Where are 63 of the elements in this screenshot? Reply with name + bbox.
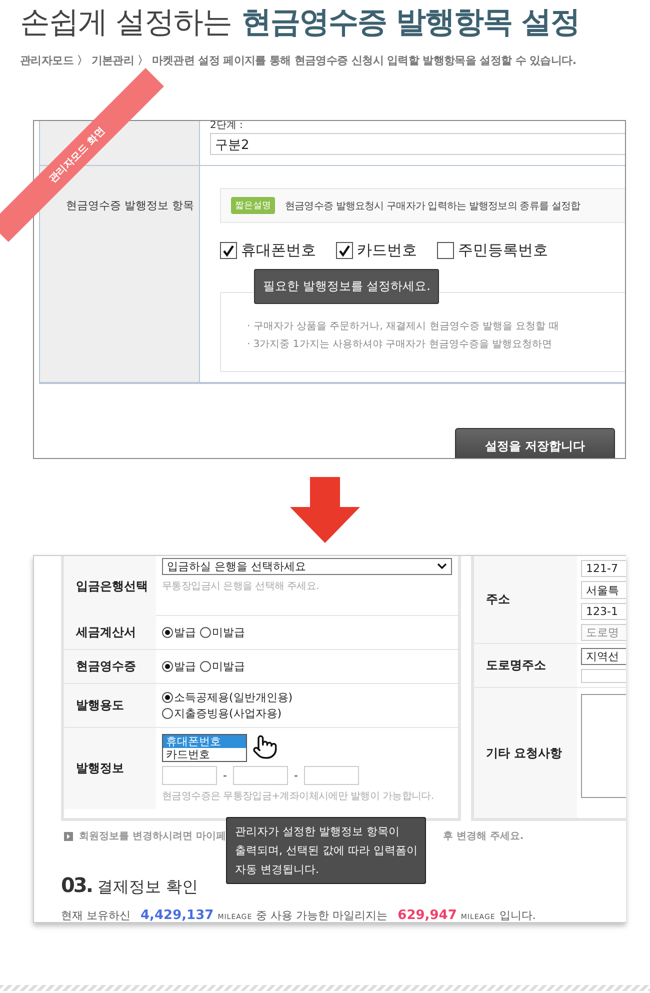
- pointer-hand-icon: [252, 734, 278, 760]
- checkbox[interactable]: [220, 242, 237, 259]
- checkbox-option[interactable]: 휴대폰번호: [220, 241, 316, 260]
- radio-option[interactable]: 발급: [162, 659, 196, 674]
- mileage-text: 입니다.: [499, 908, 536, 922]
- help-text: · 구매자가 상품을 주문하거나, 재결제시 현금영수증 발행을 요청할 때: [247, 320, 560, 333]
- notice-text: 회원정보를 변경하시려면 마이페: [79, 830, 226, 843]
- radio-option[interactable]: 소득공제용(일반개인용): [162, 690, 452, 705]
- arrow-square-icon: [64, 832, 73, 840]
- checkbox-option[interactable]: 카드번호: [336, 241, 417, 260]
- step-input[interactable]: 구분2: [210, 133, 625, 155]
- breadcrumb-text: 관리자모드 〉 기본관리 〉 마켓관련 설정 페이지를 통해 현금영수증 신청시 입력할 발행항목을 설정할 수 있습니다.: [20, 53, 578, 68]
- dash-text: -: [223, 769, 227, 782]
- form-label: 입금은행선택: [64, 556, 156, 617]
- section-title: 결제정보 확인: [96, 877, 198, 898]
- bank-select[interactable]: 입금하실 은행을 선택하세요: [162, 558, 452, 575]
- address-field[interactable]: 123-1: [581, 603, 626, 620]
- radio-option[interactable]: 발급: [162, 625, 196, 640]
- form-label: 발행용도: [64, 684, 156, 727]
- input-field[interactable]: [162, 766, 217, 785]
- region-select[interactable]: 지역선: [581, 648, 626, 665]
- checkbox[interactable]: [437, 242, 454, 259]
- tooltip-line: 관리자가 설정한 발행정보 항목이: [235, 824, 400, 840]
- radio-option[interactable]: 미발급: [200, 625, 245, 640]
- help-text: · 3가지중 1가지는 사용하셔야 구매자가 현금영수증을 발행요청하면: [247, 338, 553, 351]
- chevron-down-icon: [437, 563, 447, 570]
- checkbox-option[interactable]: 주민등록번호: [437, 241, 548, 260]
- hint-text: 현금영수증은 무통장입금+계좌이체시에만 발행이 가능합니다.: [162, 790, 435, 803]
- mileage-amount: 4,429,137: [140, 908, 214, 922]
- form-label: 현금영수증: [64, 650, 156, 683]
- description-text: 현금영수증 발행요청시 구매자가 입력하는 발행정보의 종류를 설정합: [285, 200, 580, 212]
- tooltip-line: 자동 변경됩니다.: [235, 862, 320, 878]
- title-highlight: 현금영수증 발행항목 설정: [242, 4, 580, 42]
- form-label: 기타 요청사항: [474, 688, 577, 818]
- issue-info-listbox[interactable]: 휴대폰번호 카드번호: [162, 734, 247, 762]
- input-field[interactable]: [304, 766, 359, 785]
- form-label: 주소: [474, 556, 577, 643]
- checkbox[interactable]: [336, 242, 353, 259]
- title-text: 손쉽게 설정하는: [20, 4, 232, 42]
- save-button[interactable]: 설정을 저장합니다: [455, 428, 615, 458]
- short-description-badge: 짧은설명: [231, 197, 275, 214]
- form-label: 세금계산서: [64, 616, 156, 649]
- tooltip-line: 출력되며, 선택된 값에 따라 입력폼이: [235, 843, 418, 859]
- address-field[interactable]: 121-7: [581, 560, 626, 577]
- form-label: 도로명주소: [474, 644, 577, 687]
- address-field[interactable]: [581, 669, 626, 683]
- address-field[interactable]: 서울특: [581, 581, 626, 599]
- mileage-text: 중 사용 가능한 마일리지는: [256, 908, 388, 922]
- check-icon: [222, 244, 235, 257]
- radio-option[interactable]: 미발급: [200, 659, 245, 674]
- dash-text: -: [294, 769, 298, 782]
- notice-text: 후 변경해 주세요.: [442, 830, 524, 843]
- tooltip: 필요한 발행정보를 설정하세요.: [254, 269, 440, 304]
- mileage-amount: 629,947: [398, 908, 457, 922]
- check-icon: [338, 244, 351, 257]
- hint-text: 무통장입금시 은행을 선택해 주세요.: [162, 580, 320, 593]
- radio-option[interactable]: 지출증빙용(사업자용): [162, 706, 452, 721]
- form-label: 발행정보: [64, 728, 156, 809]
- input-field[interactable]: [232, 766, 288, 785]
- down-arrow-icon: [290, 477, 360, 543]
- section-number: 03.: [61, 873, 92, 897]
- request-textarea[interactable]: [581, 694, 626, 798]
- mileage-text: 현재 보유하신: [61, 908, 130, 922]
